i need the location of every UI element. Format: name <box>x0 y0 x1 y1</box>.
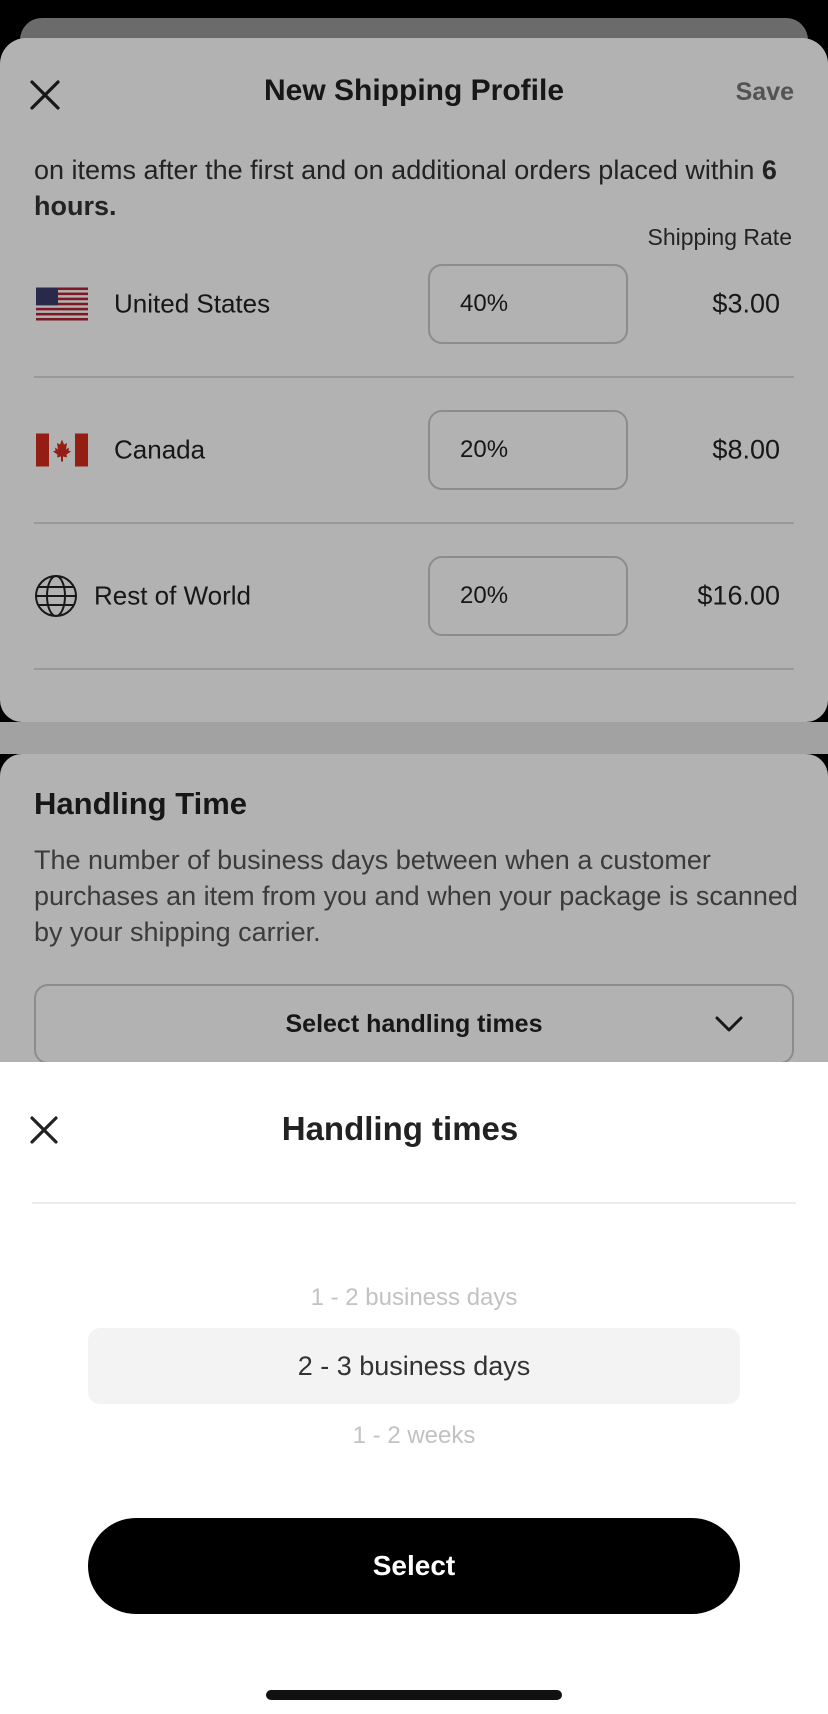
picker-option[interactable]: 1 - 2 business days <box>88 1284 740 1312</box>
select-button[interactable]: Select <box>88 1518 740 1614</box>
picker-option-selected[interactable]: 2 - 3 business days <box>88 1328 740 1404</box>
picker-option[interactable]: 1 - 2 weeks <box>88 1422 740 1450</box>
home-indicator[interactable] <box>266 1690 562 1700</box>
divider <box>32 1202 796 1204</box>
sheet-title: Handling times <box>281 1110 519 1147</box>
handling-times-sheet: Handling times 1 - 2 business days 2 - 3… <box>0 1062 828 1714</box>
modal-overlay[interactable] <box>0 0 828 1062</box>
